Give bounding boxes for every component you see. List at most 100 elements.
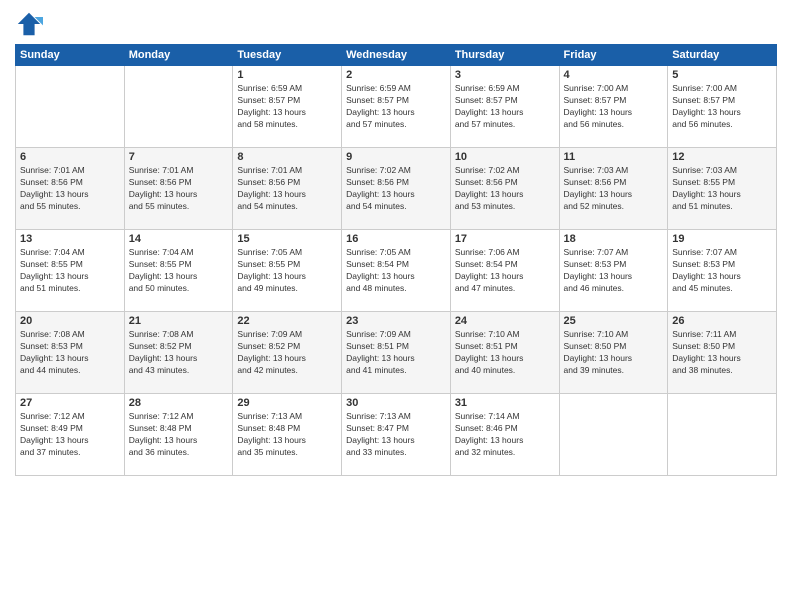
calendar-cell: 3 Sunrise: 6:59 AM Sunset: 8:57 PM Daylig… [450, 66, 559, 148]
calendar-cell: 13 Sunrise: 7:04 AM Sunset: 8:55 PM Dayli… [16, 230, 125, 312]
day-info: Sunrise: 7:03 AM Sunset: 8:55 PM Dayligh… [672, 165, 772, 213]
calendar-cell: 2Sunrise: 6:59 AM Sunset: 8:57 PM Daylig… [342, 66, 451, 148]
calendar-cell: 24 Sunrise: 7:10 AM Sunset: 8:51 PM Dayli… [450, 312, 559, 394]
day-info: Sunrise: 7:14 AM Sunset: 8:46 PM Dayligh… [455, 411, 555, 459]
weekday-header: Monday [124, 45, 233, 66]
day-number: 9 [346, 151, 446, 163]
calendar-week-row: 20Sunrise: 7:08 AM Sunset: 8:53 PM Dayli… [16, 312, 777, 394]
day-info: Sunrise: 7:07 AM Sunset: 8:53 PM Dayligh… [672, 247, 772, 295]
day-number: 24 [455, 315, 555, 327]
calendar-cell: 31Sunrise: 7:14 AM Sunset: 8:46 PM Dayli… [450, 394, 559, 476]
day-info: Sunrise: 7:00 AM Sunset: 8:57 PM Dayligh… [672, 83, 772, 131]
day-info: Sunrise: 6:59 AM Sunset: 8:57 PM Dayligh… [346, 83, 446, 131]
calendar-cell: 17 Sunrise: 7:06 AM Sunset: 8:54 PM Dayli… [450, 230, 559, 312]
day-number: 3 [455, 69, 555, 81]
weekday-header: Saturday [668, 45, 777, 66]
day-number: 14 [129, 233, 229, 245]
day-number: 13 [20, 233, 120, 245]
day-info: Sunrise: 7:02 AM Sunset: 8:56 PM Dayligh… [455, 165, 555, 213]
calendar-cell: 29 Sunrise: 7:13 AM Sunset: 8:48 PM Dayli… [233, 394, 342, 476]
day-number: 19 [672, 233, 772, 245]
day-number: 22 [237, 315, 337, 327]
calendar-cell: 20Sunrise: 7:08 AM Sunset: 8:53 PM Dayli… [16, 312, 125, 394]
day-info: Sunrise: 7:05 AM Sunset: 8:54 PM Dayligh… [346, 247, 446, 295]
calendar-cell: 7 Sunrise: 7:01 AM Sunset: 8:56 PM Daylig… [124, 148, 233, 230]
calendar-cell: 14 Sunrise: 7:04 AM Sunset: 8:55 PM Dayli… [124, 230, 233, 312]
day-info: Sunrise: 7:05 AM Sunset: 8:55 PM Dayligh… [237, 247, 337, 295]
calendar-cell: 25Sunrise: 7:10 AM Sunset: 8:50 PM Dayli… [559, 312, 668, 394]
logo [15, 10, 47, 38]
calendar-cell: 26 Sunrise: 7:11 AM Sunset: 8:50 PM Dayli… [668, 312, 777, 394]
day-info: Sunrise: 7:08 AM Sunset: 8:52 PM Dayligh… [129, 329, 229, 377]
calendar-cell: 9 Sunrise: 7:02 AM Sunset: 8:56 PM Daylig… [342, 148, 451, 230]
calendar-cell: 22Sunrise: 7:09 AM Sunset: 8:52 PM Dayli… [233, 312, 342, 394]
day-info: Sunrise: 7:10 AM Sunset: 8:50 PM Dayligh… [564, 329, 664, 377]
day-info: Sunrise: 7:01 AM Sunset: 8:56 PM Dayligh… [129, 165, 229, 213]
day-number: 23 [346, 315, 446, 327]
calendar-cell: 1 Sunrise: 6:59 AM Sunset: 8:57 PM Daylig… [233, 66, 342, 148]
day-number: 11 [564, 151, 664, 163]
day-number: 27 [20, 397, 120, 409]
calendar-week-row: 1 Sunrise: 6:59 AM Sunset: 8:57 PM Daylig… [16, 66, 777, 148]
day-number: 20 [20, 315, 120, 327]
calendar-cell: 15 Sunrise: 7:05 AM Sunset: 8:55 PM Dayli… [233, 230, 342, 312]
day-number: 16 [346, 233, 446, 245]
day-info: Sunrise: 7:12 AM Sunset: 8:49 PM Dayligh… [20, 411, 120, 459]
day-info: Sunrise: 7:10 AM Sunset: 8:51 PM Dayligh… [455, 329, 555, 377]
calendar-cell: 23 Sunrise: 7:09 AM Sunset: 8:51 PM Dayli… [342, 312, 451, 394]
day-info: Sunrise: 7:04 AM Sunset: 8:55 PM Dayligh… [129, 247, 229, 295]
header [15, 10, 777, 38]
day-number: 6 [20, 151, 120, 163]
calendar-week-row: 13 Sunrise: 7:04 AM Sunset: 8:55 PM Dayli… [16, 230, 777, 312]
day-info: Sunrise: 7:07 AM Sunset: 8:53 PM Dayligh… [564, 247, 664, 295]
calendar-cell: 30Sunrise: 7:13 AM Sunset: 8:47 PM Dayli… [342, 394, 451, 476]
calendar-cell: 12 Sunrise: 7:03 AM Sunset: 8:55 PM Dayli… [668, 148, 777, 230]
calendar-cell: 8 Sunrise: 7:01 AM Sunset: 8:56 PM Daylig… [233, 148, 342, 230]
day-info: Sunrise: 7:06 AM Sunset: 8:54 PM Dayligh… [455, 247, 555, 295]
day-info: Sunrise: 7:12 AM Sunset: 8:48 PM Dayligh… [129, 411, 229, 459]
day-number: 1 [237, 69, 337, 81]
day-number: 26 [672, 315, 772, 327]
calendar-cell: 21 Sunrise: 7:08 AM Sunset: 8:52 PM Dayli… [124, 312, 233, 394]
calendar-week-row: 6 Sunrise: 7:01 AM Sunset: 8:56 PM Daylig… [16, 148, 777, 230]
calendar-cell: 19 Sunrise: 7:07 AM Sunset: 8:53 PM Dayli… [668, 230, 777, 312]
day-number: 8 [237, 151, 337, 163]
day-number: 5 [672, 69, 772, 81]
day-info: Sunrise: 7:02 AM Sunset: 8:56 PM Dayligh… [346, 165, 446, 213]
calendar-cell: 4 Sunrise: 7:00 AM Sunset: 8:57 PM Daylig… [559, 66, 668, 148]
calendar-cell [124, 66, 233, 148]
calendar-cell [559, 394, 668, 476]
day-info: Sunrise: 7:01 AM Sunset: 8:56 PM Dayligh… [20, 165, 120, 213]
weekday-header: Tuesday [233, 45, 342, 66]
day-info: Sunrise: 6:59 AM Sunset: 8:57 PM Dayligh… [455, 83, 555, 131]
calendar-cell: 27 Sunrise: 7:12 AM Sunset: 8:49 PM Dayli… [16, 394, 125, 476]
calendar-header-row: SundayMondayTuesdayWednesdayThursdayFrid… [16, 45, 777, 66]
logo-icon [15, 10, 43, 38]
day-info: Sunrise: 7:04 AM Sunset: 8:55 PM Dayligh… [20, 247, 120, 295]
day-number: 29 [237, 397, 337, 409]
weekday-header: Thursday [450, 45, 559, 66]
calendar-cell: 18Sunrise: 7:07 AM Sunset: 8:53 PM Dayli… [559, 230, 668, 312]
calendar-cell [668, 394, 777, 476]
day-number: 7 [129, 151, 229, 163]
weekday-header: Friday [559, 45, 668, 66]
day-info: Sunrise: 7:03 AM Sunset: 8:56 PM Dayligh… [564, 165, 664, 213]
calendar-week-row: 27 Sunrise: 7:12 AM Sunset: 8:49 PM Dayli… [16, 394, 777, 476]
calendar-cell: 11 Sunrise: 7:03 AM Sunset: 8:56 PM Dayli… [559, 148, 668, 230]
calendar-cell: 5 Sunrise: 7:00 AM Sunset: 8:57 PM Daylig… [668, 66, 777, 148]
day-info: Sunrise: 7:00 AM Sunset: 8:57 PM Dayligh… [564, 83, 664, 131]
day-number: 12 [672, 151, 772, 163]
day-number: 15 [237, 233, 337, 245]
day-info: Sunrise: 7:11 AM Sunset: 8:50 PM Dayligh… [672, 329, 772, 377]
day-info: Sunrise: 7:13 AM Sunset: 8:48 PM Dayligh… [237, 411, 337, 459]
day-info: Sunrise: 7:13 AM Sunset: 8:47 PM Dayligh… [346, 411, 446, 459]
weekday-header: Sunday [16, 45, 125, 66]
day-number: 21 [129, 315, 229, 327]
day-number: 17 [455, 233, 555, 245]
day-info: Sunrise: 7:01 AM Sunset: 8:56 PM Dayligh… [237, 165, 337, 213]
day-info: Sunrise: 7:09 AM Sunset: 8:51 PM Dayligh… [346, 329, 446, 377]
day-number: 4 [564, 69, 664, 81]
weekday-header: Wednesday [342, 45, 451, 66]
day-info: Sunrise: 6:59 AM Sunset: 8:57 PM Dayligh… [237, 83, 337, 131]
calendar-cell: 16 Sunrise: 7:05 AM Sunset: 8:54 PM Dayli… [342, 230, 451, 312]
